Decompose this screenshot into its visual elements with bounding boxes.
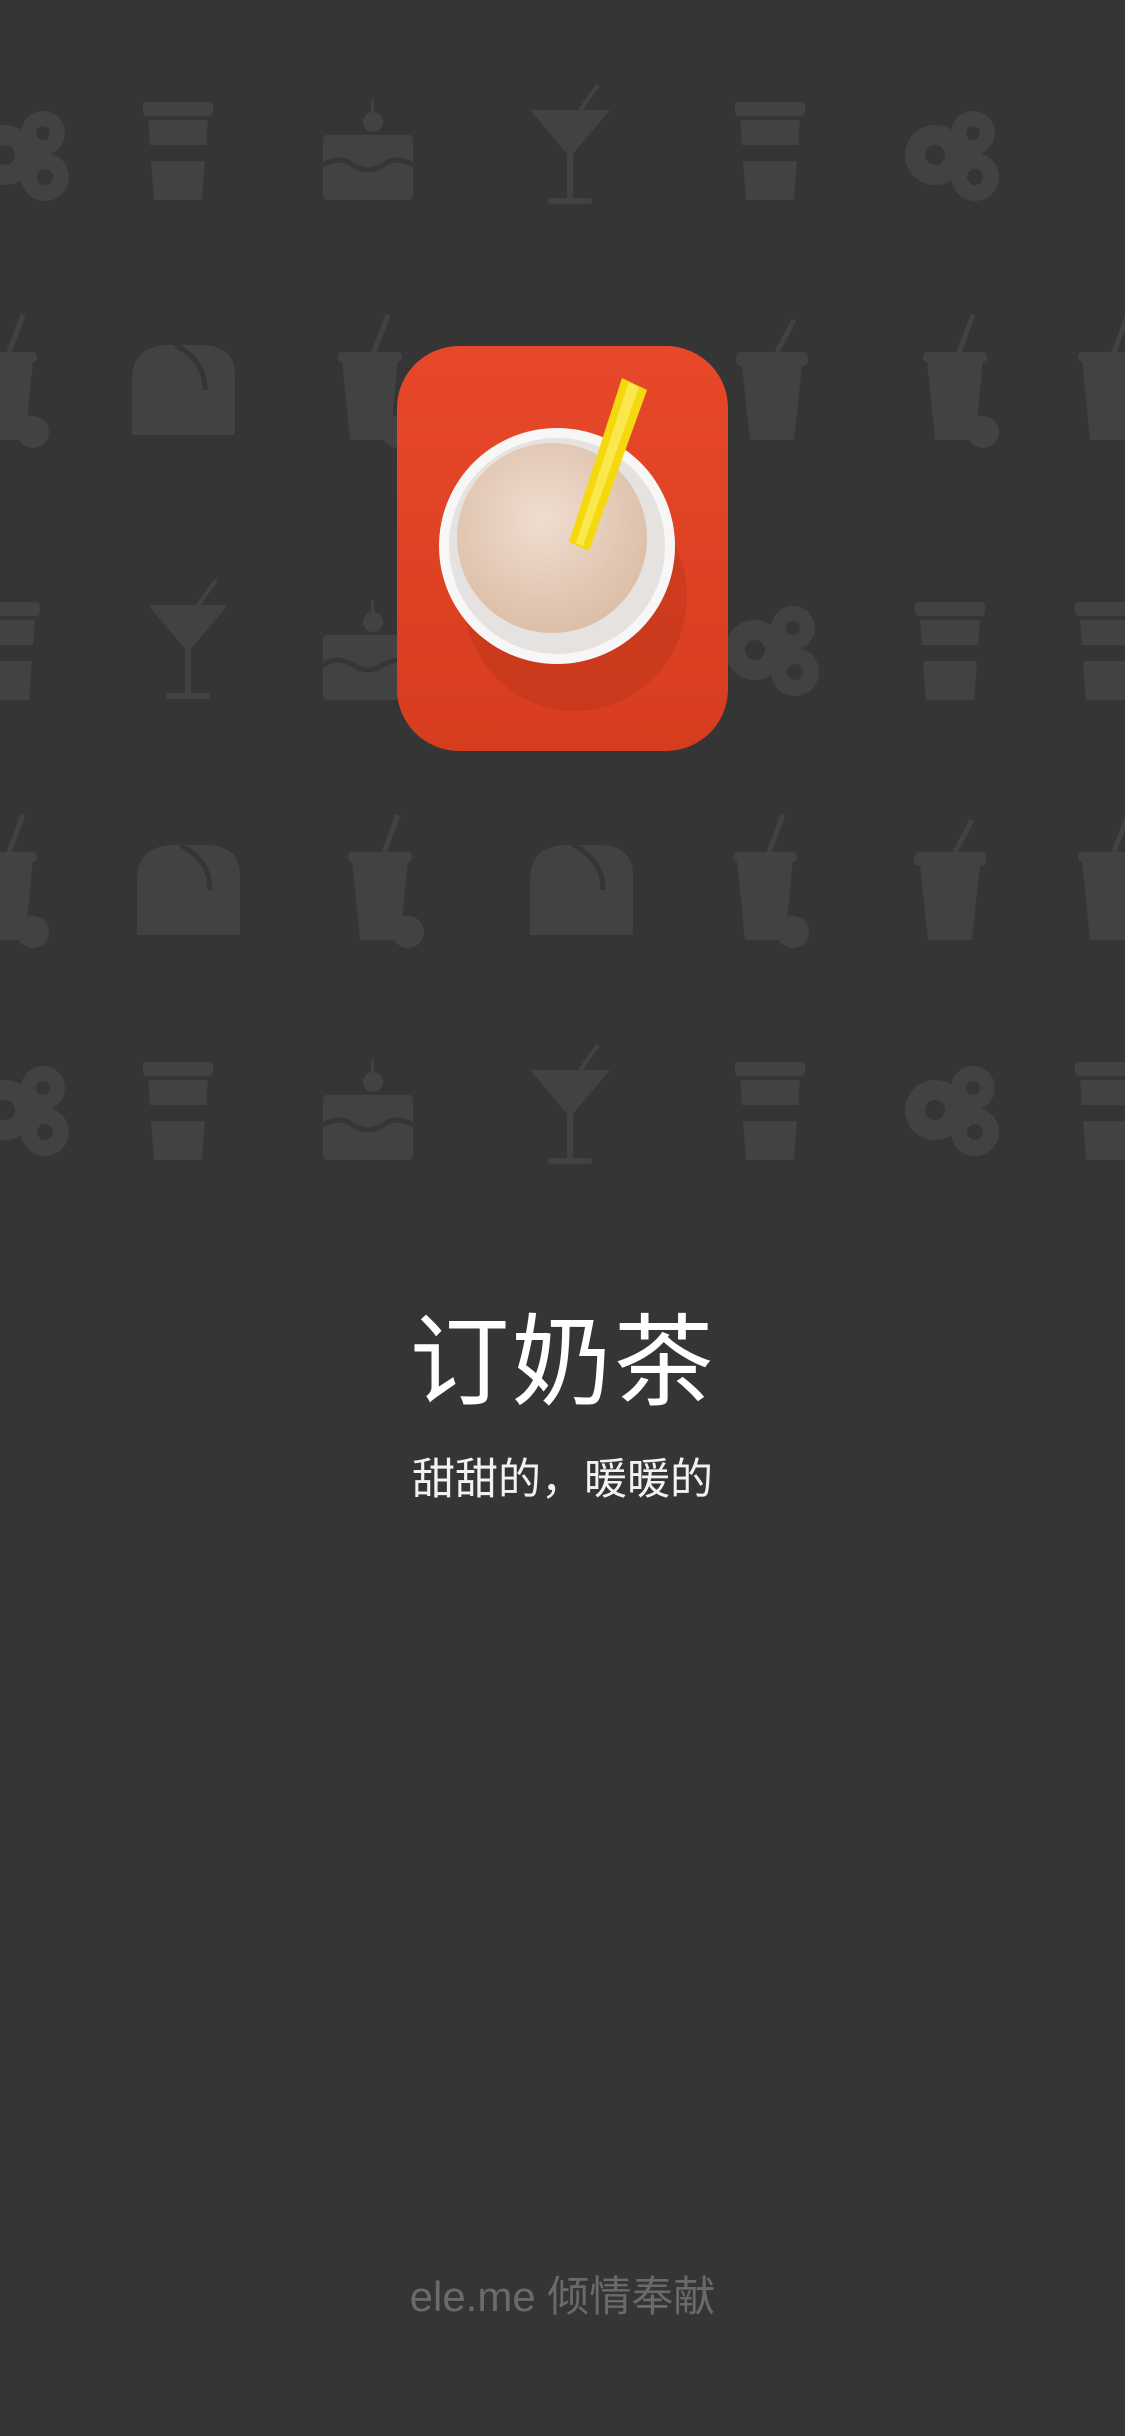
app-title: 订奶茶 xyxy=(409,1304,716,1421)
app-tagline: 甜甜的，暖暖的 xyxy=(412,1455,713,1505)
splash-screen: 订奶茶 甜甜的，暖暖的 ele.me 倾情奉献 xyxy=(0,0,1125,2436)
credit-text: ele.me 倾情奉献 xyxy=(409,2273,716,2320)
milk-tea-cup-icon xyxy=(397,346,728,751)
